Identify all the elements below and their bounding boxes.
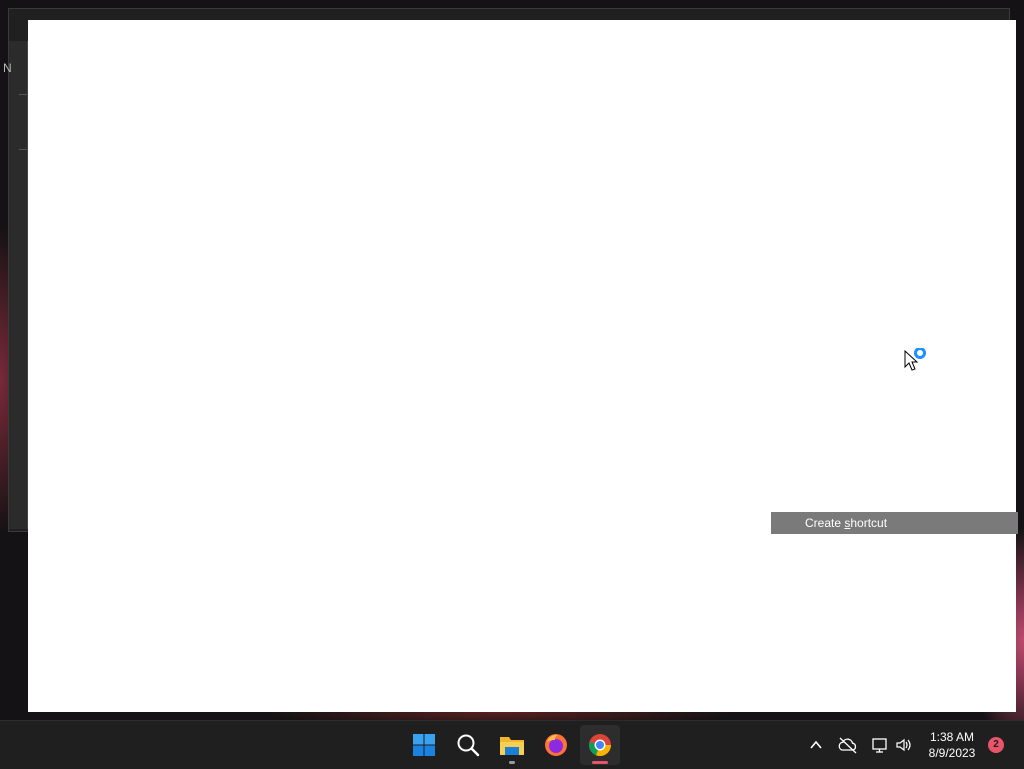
chevron-up-icon [810, 740, 822, 749]
clock-date: 8/9/2023 [928, 746, 976, 760]
running-indicator [509, 761, 515, 764]
context-menu-item-label-prefix: Create [805, 516, 845, 530]
background-window-edge-text: N [3, 61, 12, 75]
onedrive-offline-button[interactable] [838, 735, 858, 755]
network-button[interactable] [870, 735, 890, 755]
chrome-button[interactable] [580, 725, 620, 765]
clock-button[interactable]: 1:38 AM 8/9/2023 [920, 729, 984, 761]
firefox-button[interactable] [536, 725, 576, 765]
show-hidden-icons-button[interactable] [806, 735, 826, 755]
divider [19, 149, 27, 150]
file-explorer-button[interactable] [492, 725, 532, 765]
active-indicator [592, 761, 608, 764]
divider [19, 94, 27, 95]
firefox-icon [545, 734, 567, 756]
background-window-sidebar [9, 41, 28, 529]
cloud-off-icon [838, 737, 857, 754]
chrome-icon [589, 734, 612, 757]
search-button[interactable] [448, 725, 488, 765]
speaker-icon [896, 738, 911, 752]
taskbar: 1:38 AM 8/9/2023 2 [0, 720, 1024, 769]
network-icon [872, 738, 887, 753]
context-menu-item-label-suffix: hortcut [850, 516, 888, 530]
windows-logo-icon [413, 734, 435, 756]
search-icon [457, 734, 480, 757]
volume-button[interactable] [894, 735, 914, 755]
start-button[interactable] [404, 725, 444, 765]
blank-window[interactable] [28, 20, 1016, 712]
busy-cursor-icon [904, 347, 930, 374]
folder-icon [500, 737, 524, 755]
notification-badge[interactable]: 2 [988, 737, 1004, 753]
context-menu-item-create-shortcut[interactable]: Create shortcut [771, 512, 1018, 534]
clock-time: 1:38 AM [929, 730, 975, 744]
